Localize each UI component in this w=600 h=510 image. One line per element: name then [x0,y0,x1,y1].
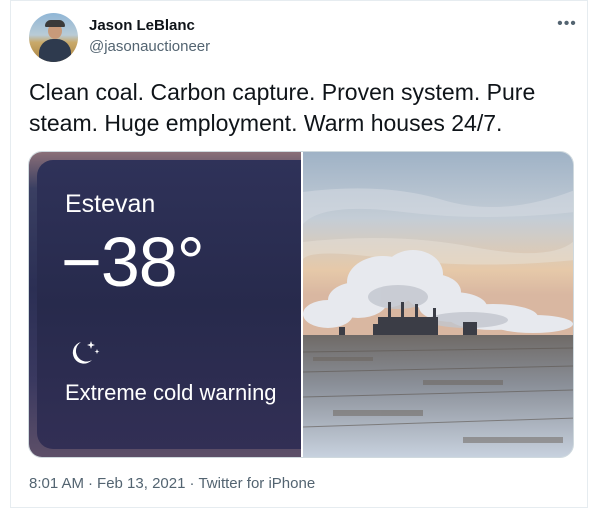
tweet-source[interactable]: Twitter for iPhone [198,475,315,492]
tweet-card: Jason LeBlanc @jasonauctioneer ••• Clean… [10,0,588,508]
power-plant-photo[interactable] [303,152,573,457]
power-plant-illustration [303,152,573,457]
tweet-time[interactable]: 8:01 AM [29,475,84,492]
more-horizontal-icon[interactable]: ••• [555,15,579,32]
meta-separator: · [189,475,195,492]
weather-city: Estevan [65,190,156,218]
media-grid: Estevan −38° Extreme cold warning [28,151,574,458]
author-display-name[interactable]: Jason LeBlanc [89,17,195,34]
avatar-hat-shape [45,20,65,27]
meta-separator: · [88,475,94,492]
avatar[interactable] [29,13,78,62]
weather-temperature: −38° [61,223,205,301]
tweet-meta: 8:01 AM · Feb 13, 2021 · Twitter for iPhone [29,475,315,492]
weather-alert: Extreme cold warning [65,380,277,405]
moon-stars-icon [72,341,100,364]
weather-screenshot[interactable]: Estevan −38° Extreme cold warning [29,152,301,457]
tweet-text: Clean coal. Carbon capture. Proven syste… [29,79,536,136]
author-handle[interactable]: @jasonauctioneer [89,38,210,55]
avatar-body-shape [39,39,71,62]
weather-panel: Estevan −38° Extreme cold warning [37,160,301,449]
tweet-date[interactable]: Feb 13, 2021 [97,475,185,492]
